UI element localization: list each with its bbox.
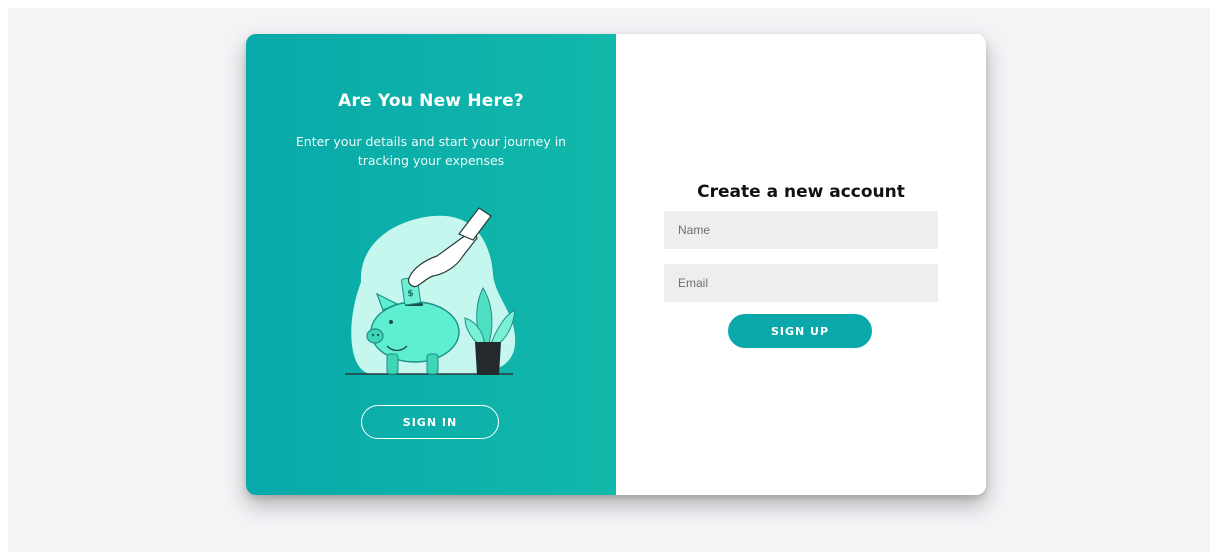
signup-title: Create a new account [697, 182, 905, 202]
welcome-panel: Are You New Here? Enter your details and… [246, 34, 616, 495]
piggy-leg [426, 353, 439, 375]
welcome-title: Are You New Here? [338, 91, 524, 111]
piggy-body [370, 301, 460, 363]
signup-panel: Create a new account SIGN UP [616, 34, 986, 495]
email-input[interactable] [664, 264, 938, 302]
name-input[interactable] [664, 211, 938, 249]
sign-up-button[interactable]: SIGN UP [728, 314, 872, 348]
welcome-subtitle: Enter your details and start your journe… [295, 134, 567, 168]
sign-in-button[interactable]: SIGN IN [361, 405, 499, 439]
piggy-leg [386, 353, 399, 375]
piggy-bank-illustration: $ [345, 207, 516, 375]
piggy-snout [366, 328, 384, 344]
auth-card: Are You New Here? Enter your details and… [246, 34, 986, 495]
plant-pot [475, 342, 501, 375]
page-background: Are You New Here? Enter your details and… [8, 8, 1210, 552]
piggy-eye [389, 320, 393, 324]
